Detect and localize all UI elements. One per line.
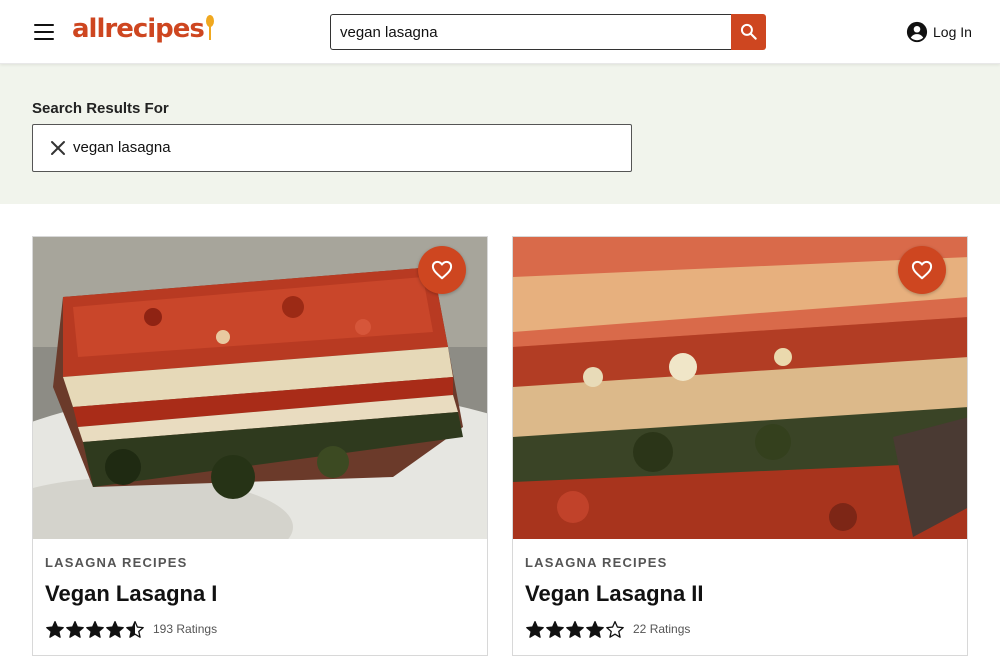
recipe-title[interactable]: Vegan Lasagna I	[45, 581, 217, 607]
allrecipes-logo[interactable]: allrecipes	[72, 14, 215, 44]
star-icon	[566, 620, 584, 638]
search-field[interactable]	[330, 14, 732, 50]
save-favorite-button[interactable]	[418, 246, 466, 294]
recipe-category[interactable]: LASAGNA RECIPES	[45, 555, 187, 570]
close-icon[interactable]	[49, 139, 67, 157]
logo-spoon-icon	[205, 14, 215, 44]
star-icon	[606, 620, 624, 638]
recipe-card[interactable]: LASAGNA RECIPES Vegan Lasagna II 22 Rati…	[512, 236, 968, 656]
rating-count: 22 Ratings	[633, 622, 691, 636]
star-icon	[546, 620, 564, 638]
logo-text: allrecipes	[72, 14, 205, 44]
account-circle-icon	[906, 21, 928, 43]
search-results-panel: Search Results For vegan lasagna	[0, 64, 1000, 204]
star-icon	[86, 620, 104, 638]
star-icon	[66, 620, 84, 638]
heart-outline-icon	[911, 260, 933, 280]
star-icon	[106, 620, 124, 638]
login-label: Log In	[933, 24, 972, 40]
recipe-card[interactable]: LASAGNA RECIPES Vegan Lasagna I 193 Rati…	[32, 236, 488, 656]
search-query-chip: vegan lasagna	[32, 124, 632, 172]
star-rating: 193 Ratings	[45, 620, 217, 638]
search-input[interactable]	[331, 15, 732, 49]
recipe-title[interactable]: Vegan Lasagna II	[525, 581, 704, 607]
star-icon	[586, 620, 604, 638]
search-results-heading: Search Results For	[32, 100, 169, 117]
star-icon	[126, 620, 144, 638]
recipe-image[interactable]	[33, 237, 487, 539]
save-favorite-button[interactable]	[898, 246, 946, 294]
star-rating: 22 Ratings	[525, 620, 690, 638]
recipe-image[interactable]	[513, 237, 967, 539]
rating-count: 193 Ratings	[153, 622, 218, 636]
recipe-category[interactable]: LASAGNA RECIPES	[525, 555, 667, 570]
login-link[interactable]: Log In	[906, 20, 972, 44]
star-icon	[46, 620, 64, 638]
site-header: allrecipes Log In	[0, 0, 1000, 64]
search-button[interactable]	[731, 14, 766, 50]
search-query-text: vegan lasagna	[73, 139, 171, 156]
search-icon	[740, 23, 757, 40]
heart-outline-icon	[431, 260, 453, 280]
star-icon	[526, 620, 544, 638]
menu-icon[interactable]	[32, 24, 56, 42]
